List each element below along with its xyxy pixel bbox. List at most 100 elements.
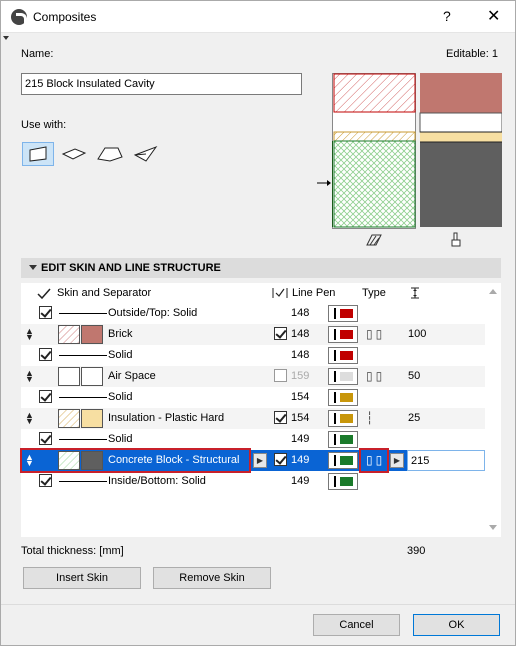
row-label: Solid	[108, 349, 133, 361]
help-button[interactable]: ?	[443, 8, 451, 24]
use-with-shell-button[interactable]	[130, 142, 162, 166]
thickness-input[interactable]: 215	[407, 450, 485, 471]
cut-fill-swatch[interactable]	[58, 325, 80, 344]
highlight-type-box	[359, 448, 389, 473]
row-label: Solid	[108, 433, 133, 445]
skin-row[interactable]: ▲ ▼ Brick ▯▯ 148 100	[21, 324, 485, 345]
line-pen-picker[interactable]	[328, 473, 358, 490]
remove-skin-button[interactable]: Remove Skin	[153, 567, 271, 589]
surface-swatch[interactable]	[81, 409, 103, 428]
use-with-roof-button[interactable]	[94, 142, 126, 166]
use-with-wall-button[interactable]	[22, 142, 54, 166]
table-scrollbar[interactable]	[485, 283, 501, 537]
scroll-up-icon[interactable]	[489, 289, 497, 294]
total-thickness-value: 390	[407, 545, 426, 557]
type-arrow-button[interactable]: ▶	[390, 453, 404, 468]
separator-visibility-checkbox[interactable]	[39, 390, 52, 403]
core-checkbox[interactable]	[274, 411, 287, 424]
separator-row[interactable]: Solid 148	[21, 345, 485, 366]
line-pen-picker[interactable]	[328, 389, 358, 406]
skin-type-icon[interactable]: ▯▯	[366, 369, 385, 383]
separator-visibility-checkbox[interactable]	[39, 306, 52, 319]
expand-arrow-button[interactable]: ▶	[253, 453, 267, 468]
skin-row[interactable]: ▲ ▼ Concrete Block - Structural ▯▯ 149 215 ▶ ▶	[20, 448, 485, 473]
separator-line-sample	[59, 439, 107, 440]
surface-swatch[interactable]	[81, 367, 103, 386]
separator-line-sample	[59, 397, 107, 398]
separator-row[interactable]: Inside/Bottom: Solid 149	[21, 471, 485, 492]
drag-handle-icon[interactable]: ▲ ▼	[25, 411, 34, 426]
reference-line-arrow-icon	[317, 180, 331, 186]
core-checkbox[interactable]	[274, 327, 287, 340]
skin-row[interactable]: ▲ ▼ Air Space ▯▯ 159 50	[21, 366, 485, 387]
separator-row[interactable]: Outside/Top: Solid 148	[21, 303, 485, 324]
name-label: Name:	[21, 48, 54, 60]
separator-row[interactable]: Solid 149	[21, 429, 485, 450]
shell-icon	[133, 145, 158, 162]
cut-fill-icon	[366, 234, 382, 246]
skin-type-icon[interactable]: ▯▯	[366, 327, 385, 341]
line-check-header-icon	[272, 288, 288, 298]
line-pen-picker[interactable]	[328, 347, 358, 364]
col-skin-header: Skin and Separator	[57, 287, 152, 299]
highlight-skin-box	[20, 448, 251, 473]
use-with-label: Use with:	[21, 119, 67, 131]
line-pen-picker[interactable]	[328, 452, 358, 469]
composite-preview	[332, 73, 502, 229]
roof-icon	[97, 147, 123, 162]
line-pen-number: 159	[291, 370, 310, 382]
section-title: EDIT SKIN AND LINE STRUCTURE	[41, 262, 221, 274]
surface-brush-icon	[451, 232, 461, 247]
thickness-header-icon	[411, 287, 419, 299]
window-title: Composites	[33, 10, 97, 24]
section-header[interactable]: EDIT SKIN AND LINE STRUCTURE	[21, 258, 501, 278]
line-pen-picker[interactable]	[328, 326, 358, 343]
use-with-slab-button[interactable]	[58, 142, 90, 166]
separator-visibility-checkbox[interactable]	[39, 474, 52, 487]
skin-type-icon[interactable]: ┆	[366, 411, 376, 425]
close-button[interactable]: ✕	[487, 6, 500, 26]
line-pen-number: 149	[291, 475, 310, 487]
separator-row[interactable]: Solid 154	[21, 387, 485, 408]
core-checkbox[interactable]	[274, 453, 287, 466]
archicad-icon	[11, 9, 27, 25]
ok-button[interactable]: OK	[413, 614, 500, 636]
line-pen-picker[interactable]	[328, 305, 358, 322]
visibility-check-icon	[37, 288, 51, 300]
cut-fill-swatch[interactable]	[58, 409, 80, 428]
separator-visibility-checkbox[interactable]	[39, 348, 52, 361]
panel-collapse-icon[interactable]	[3, 36, 9, 40]
cut-fill-swatch[interactable]	[58, 367, 80, 386]
row-label: Outside/Top: Solid	[108, 307, 198, 319]
row-label: Solid	[108, 391, 133, 403]
insert-skin-button[interactable]: Insert Skin	[23, 567, 141, 589]
title-bar: Composites ? ✕	[1, 1, 515, 33]
skin-row[interactable]: ▲ ▼ Insulation - Plastic Hard ┆ 154 25	[21, 408, 485, 429]
separator-visibility-checkbox[interactable]	[39, 432, 52, 445]
separator-line-sample	[59, 355, 107, 356]
line-pen-number: 154	[291, 412, 310, 424]
surface-swatch[interactable]	[81, 325, 103, 344]
line-pen-number: 148	[291, 349, 310, 361]
drag-handle-icon[interactable]: ▲ ▼	[25, 369, 34, 384]
row-label: Air Space	[108, 370, 156, 382]
separator-line-sample	[59, 481, 107, 482]
row-label: Insulation - Plastic Hard	[108, 412, 225, 424]
collapse-triangle-icon	[29, 265, 37, 270]
line-pen-picker[interactable]	[328, 368, 358, 385]
scroll-down-icon[interactable]	[489, 525, 497, 530]
cancel-button[interactable]: Cancel	[313, 614, 400, 636]
editable-count: Editable: 1	[446, 48, 498, 60]
line-pen-number: 148	[291, 307, 310, 319]
name-field[interactable]: 215 Block Insulated Cavity	[21, 73, 302, 95]
row-label: Inside/Bottom: Solid	[108, 475, 206, 487]
line-pen-number: 148	[291, 328, 310, 340]
line-pen-number: 149	[291, 454, 310, 466]
core-checkbox[interactable]	[274, 369, 287, 382]
thickness-value: 50	[408, 370, 421, 382]
line-pen-picker[interactable]	[328, 431, 358, 448]
line-pen-picker[interactable]	[328, 410, 358, 427]
thickness-value: 100	[408, 328, 427, 340]
wall-icon	[29, 146, 47, 162]
drag-handle-icon[interactable]: ▲ ▼	[25, 327, 34, 342]
